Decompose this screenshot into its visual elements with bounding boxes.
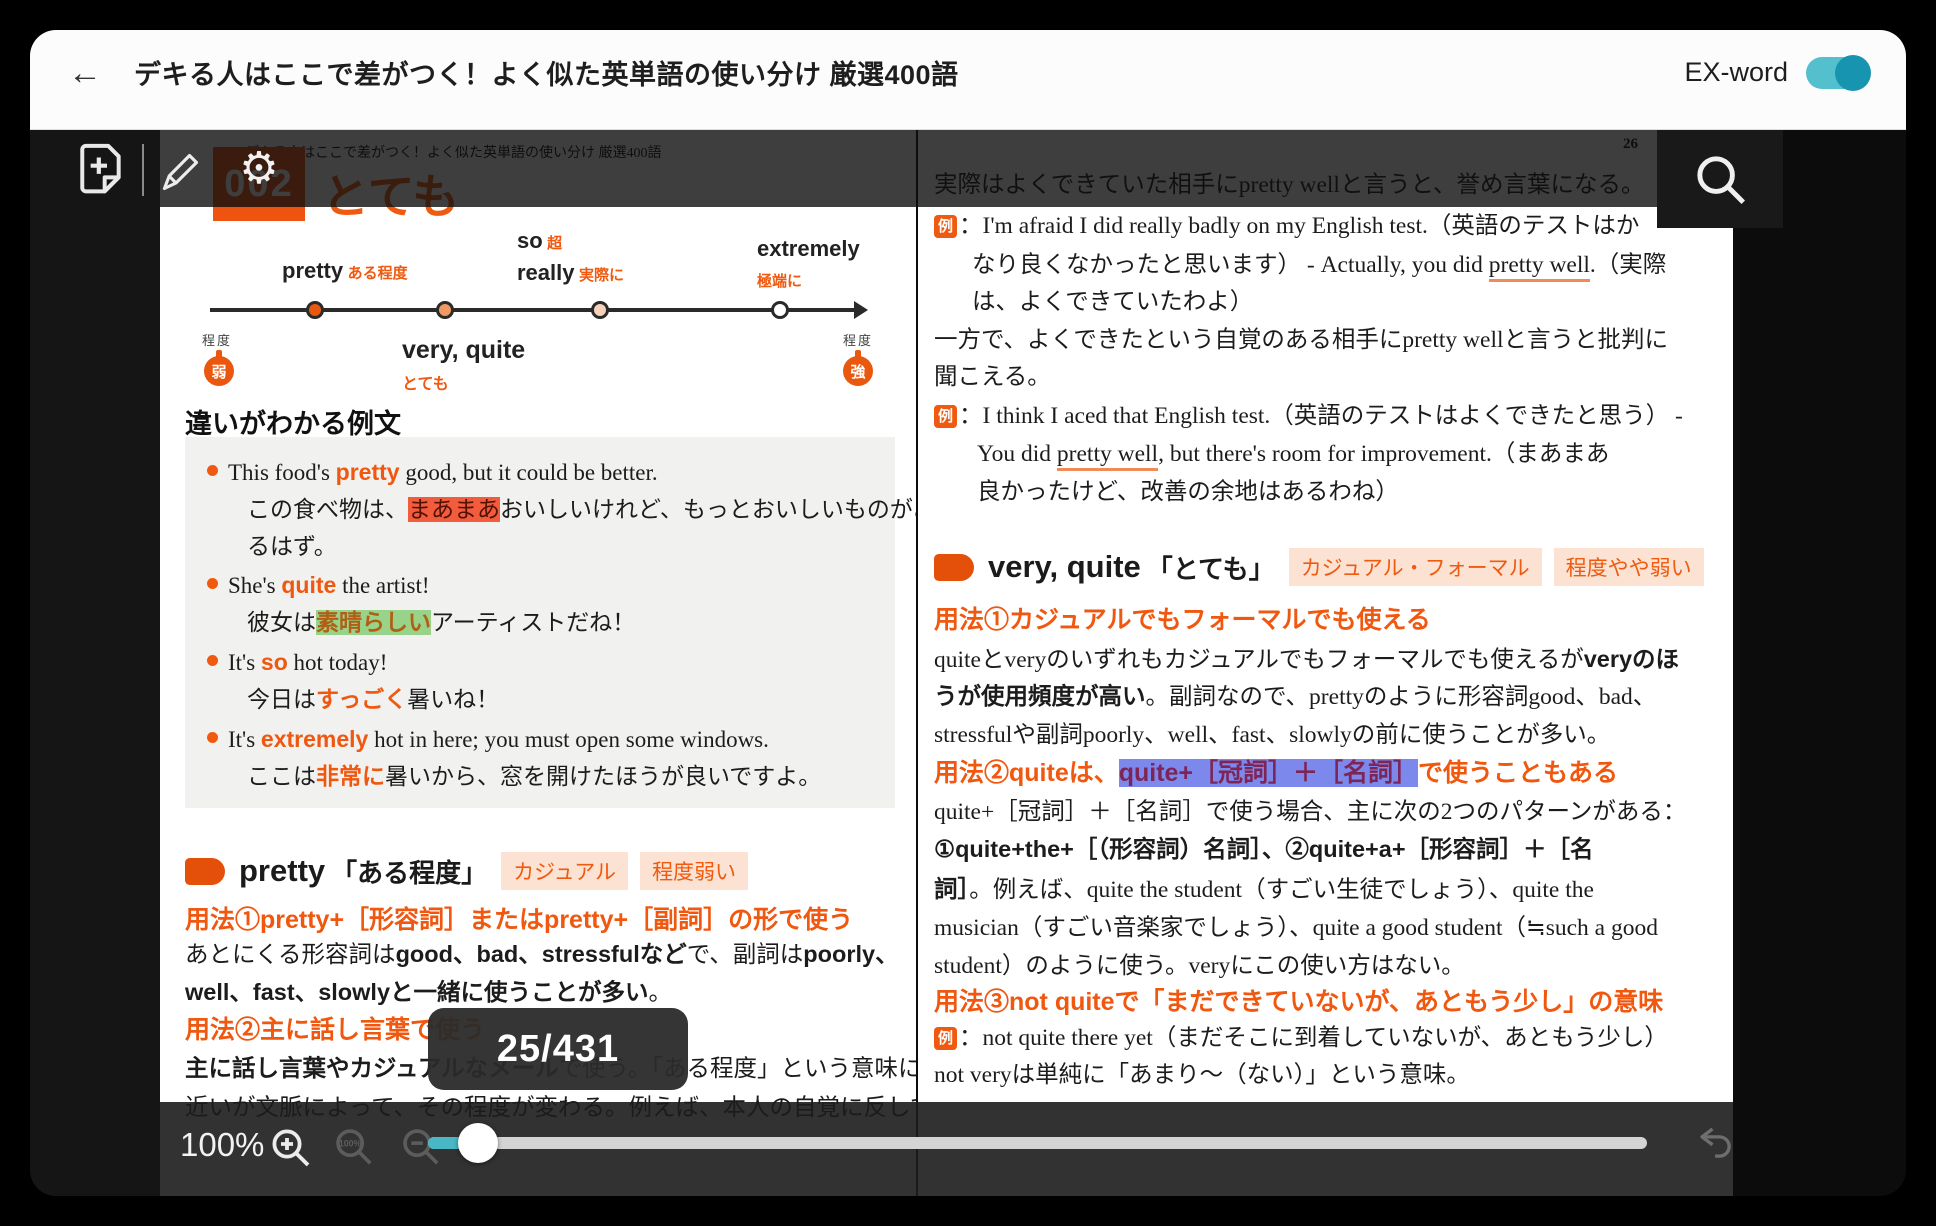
body-line: quiteとveryのいずれもカジュアルでもフォーマルでも使えるがveryのほ bbox=[934, 640, 1679, 674]
body-line: は、よくできていたわよ） bbox=[972, 282, 1253, 316]
exword-label: EX-word bbox=[1684, 57, 1788, 88]
add-page-icon bbox=[72, 140, 128, 196]
example-sentence: It's so hot today! bbox=[228, 647, 387, 678]
word-section-header: pretty 「ある程度」 カジュアル 程度弱い bbox=[185, 852, 760, 890]
zoom-slider-thumb[interactable] bbox=[458, 1123, 498, 1163]
body-line: うが使用頻度が高い。副詞なので、prettyのように形容詞good、bad、 bbox=[934, 677, 1656, 711]
example-sentence: She's quite the artist! bbox=[228, 570, 430, 601]
body-line: well、fast、slowlyと一緒に使うことが多い。 bbox=[185, 973, 672, 1007]
scale-dot-soreally bbox=[591, 301, 609, 319]
headword-meaning: 「とても」 bbox=[1147, 549, 1275, 586]
usage-heading: 用法①pretty+［形容詞］またはpretty+［副詞］の形で使う bbox=[185, 900, 853, 936]
example-translation: 彼女は素晴らしいアーティストだね！ bbox=[247, 607, 635, 638]
scale-label-pretty: pretty bbox=[282, 258, 343, 283]
section-marker-icon bbox=[934, 554, 974, 581]
book-title: デキる人はここで差がつく！よく似た英単語の使い分け 厳選400語 bbox=[134, 53, 959, 92]
headword: pretty bbox=[239, 853, 325, 889]
search-icon bbox=[1689, 148, 1751, 210]
bullet-icon bbox=[207, 655, 218, 666]
zoom-in-icon bbox=[266, 1122, 314, 1172]
body-line: quite+［冠詞］＋［名詞］で使う場合、主に次の2つのパターンがある： bbox=[934, 792, 1686, 826]
settings-button[interactable]: ⚙ bbox=[236, 146, 282, 194]
bullet-icon bbox=[207, 465, 218, 476]
body-line: なり良くなかったと思います） - Actually, you did prett… bbox=[972, 245, 1666, 279]
body-line: musician（すごい音楽家でしょう）、quite a good studen… bbox=[934, 908, 1658, 942]
body-line: 一方で、よくできたという自覚のある相手にpretty wellと言うと批判に bbox=[934, 320, 1668, 354]
zoom-in-button[interactable] bbox=[266, 1122, 314, 1172]
degree-tag: 程度やや弱い bbox=[1554, 548, 1704, 586]
scale-arrowhead-icon bbox=[854, 301, 868, 319]
register-tag: カジュアル・フォーマル bbox=[1289, 548, 1542, 586]
degree-tag: 程度弱い bbox=[640, 852, 748, 890]
gear-icon: ⚙ bbox=[239, 144, 278, 193]
body-line: 詞］。例えば、quite the student（すごい生徒でしょう）、quit… bbox=[934, 870, 1594, 904]
degree-badge-weak: 弱 bbox=[204, 356, 234, 386]
body-line: 良かったけど、改善の余地はあるわね） bbox=[977, 472, 1399, 506]
scale-dot-veryquite bbox=[436, 301, 454, 319]
example-sentence: This food's pretty good, but it could be… bbox=[228, 457, 658, 488]
headword: very, quite bbox=[988, 549, 1141, 585]
zoom-slider[interactable] bbox=[428, 1137, 1647, 1149]
usage-heading: 用法③not quiteで「まだできていないが、あともう少し」の意味 bbox=[934, 982, 1663, 1018]
usage-heading: 用法①カジュアルでもフォーマルでも使える bbox=[934, 600, 1431, 636]
body-line: stressfulや副詞poorly、well、fast、slowlyの前に使う… bbox=[934, 715, 1610, 749]
body-line: ①quite+the+［（形容詞）名詞］、②quite+a+［形容詞］＋［名 bbox=[934, 830, 1594, 864]
scale-label-really: really bbox=[517, 260, 575, 285]
page-indicator-badge: 25/431 bbox=[428, 1008, 688, 1090]
body-line: You did pretty well, but there's room fo… bbox=[977, 434, 1609, 468]
example-translation: るはず。 bbox=[247, 531, 337, 562]
toggle-knob-icon bbox=[1835, 55, 1871, 91]
body-line: 例：not quite there yet（まだそこに到着していないが、あともう… bbox=[934, 1018, 1668, 1052]
book-page-right: 26 実際はよくできていた相手にpretty wellと言うと、誉め言葉になる。… bbox=[918, 130, 1733, 1196]
word-section-header: very, quite 「とても」 カジュアル・フォーマル 程度やや弱い bbox=[934, 548, 1716, 586]
pencil-marker-button[interactable] bbox=[158, 148, 202, 196]
top-bar: ← デキる人はここで差がつく！よく似た英単語の使い分け 厳選400語 EX-wo… bbox=[30, 30, 1906, 130]
scale-label-extremely: extremely bbox=[757, 236, 860, 261]
back-arrow-icon[interactable]: ← bbox=[68, 56, 102, 90]
headword-meaning: 「ある程度」 bbox=[331, 853, 487, 890]
undo-button[interactable] bbox=[1693, 1122, 1739, 1164]
svg-text:100%: 100% bbox=[339, 1138, 362, 1148]
undo-arrow-icon bbox=[1693, 1122, 1739, 1164]
bullet-icon bbox=[207, 732, 218, 743]
scale-dot-extremely bbox=[771, 301, 789, 319]
body-line: あとにくる形容詞はgood、bad、stressfulなどで、副詞はpoorly… bbox=[185, 935, 899, 969]
example-translation: ここは非常に暑いから、窓を開けたほうが良いですよ。 bbox=[247, 761, 821, 792]
usage-heading-highlighted: 用法②quiteは、quite+［冠詞］＋［名詞］で使うこともある bbox=[934, 753, 1618, 789]
register-tag: カジュアル bbox=[501, 852, 628, 890]
zoom-reset-icon: 100% bbox=[330, 1122, 376, 1170]
exword-toggle[interactable] bbox=[1806, 57, 1868, 89]
examples-box: This food's pretty good, but it could be… bbox=[185, 437, 895, 808]
scale-dot-pretty bbox=[306, 301, 324, 319]
body-line: 例：I think I aced that English test.（英語のテ… bbox=[934, 396, 1683, 430]
pencil-icon bbox=[158, 148, 202, 196]
page-top-dim-overlay bbox=[160, 130, 1657, 207]
zoom-reset-button[interactable]: 100% bbox=[330, 1122, 378, 1172]
left-toolbar bbox=[30, 130, 160, 1196]
example-sentence: It's extremely hot in here; you must ope… bbox=[228, 724, 769, 755]
body-line: 聞こえる。 bbox=[934, 357, 1051, 391]
book-viewer: 25デキる人はここで差がつく！よく似た英単語の使い分け 厳選400語 002 と… bbox=[30, 130, 1906, 1196]
bullet-icon bbox=[207, 578, 218, 589]
zoom-level-label: 100% bbox=[180, 1126, 264, 1164]
example-translation: この食べ物は、まあまあおいしいけれど、もっとおいしいものがあ bbox=[247, 494, 916, 525]
degree-label-strong: 程度 bbox=[843, 330, 873, 349]
reader-app: ← デキる人はここで差がつく！よく似た英単語の使い分け 厳選400語 EX-wo… bbox=[30, 30, 1906, 1196]
section-marker-icon bbox=[185, 858, 225, 885]
search-button[interactable] bbox=[1657, 130, 1783, 228]
toolbar-divider bbox=[142, 144, 144, 196]
body-line: not veryは単純に「あまり～（ない）」という意味。 bbox=[934, 1055, 1470, 1089]
body-line: student）のように使う。veryにこの使い方はない。 bbox=[934, 946, 1465, 980]
scale-label-very-quite: very, quite bbox=[402, 336, 525, 364]
topbar-right-group: EX-word bbox=[1684, 57, 1868, 89]
scale-label-so: so bbox=[517, 228, 543, 253]
degree-badge-strong: 強 bbox=[843, 356, 873, 386]
body-line: 例：I'm afraid I did really badly on my En… bbox=[934, 206, 1639, 240]
examples-section-title: 違いがわかる例文 bbox=[185, 402, 401, 441]
zoom-bar: 100% 100% bbox=[160, 1102, 1733, 1196]
example-translation: 今日はすっごく暑いね！ bbox=[247, 684, 499, 715]
degree-label-weak: 程度 bbox=[202, 330, 232, 349]
add-note-page-button[interactable] bbox=[72, 140, 128, 196]
